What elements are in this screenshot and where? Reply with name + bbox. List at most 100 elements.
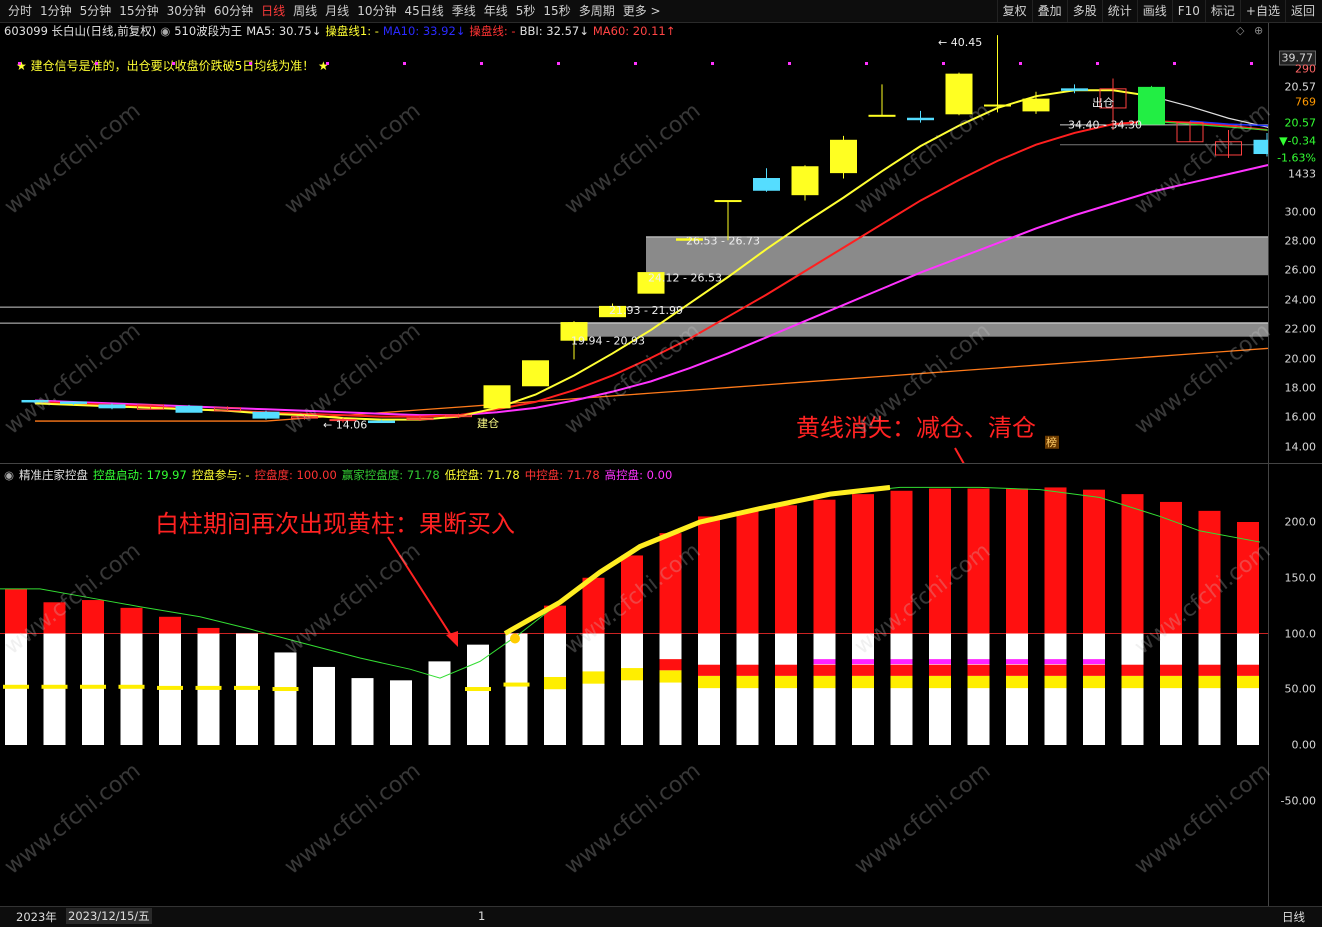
candle-body bbox=[60, 401, 87, 404]
axis-tick: 28.00 bbox=[1284, 234, 1317, 248]
period-tab[interactable]: 年线 bbox=[480, 0, 512, 22]
red-bar bbox=[929, 488, 951, 634]
period-tab[interactable]: 日线 bbox=[257, 0, 289, 22]
white-bar bbox=[890, 633, 913, 745]
axis-tick: 200.0 bbox=[1284, 515, 1317, 529]
period-tab[interactable]: 更多 > bbox=[619, 0, 665, 22]
candle-body bbox=[1138, 86, 1165, 125]
white-bar bbox=[505, 633, 528, 745]
candle-body bbox=[1061, 88, 1088, 91]
white-bar bbox=[274, 652, 297, 745]
period-tab[interactable]: 45日线 bbox=[400, 0, 447, 22]
period-tab[interactable]: 月线 bbox=[321, 0, 353, 22]
period-tab[interactable]: 1分钟 bbox=[36, 0, 76, 22]
white-bar bbox=[43, 633, 66, 745]
red-mid-bar bbox=[967, 664, 990, 676]
red-mid-bar bbox=[736, 664, 759, 676]
red-bar bbox=[698, 516, 720, 634]
red-bar bbox=[775, 505, 797, 634]
yellow-bar bbox=[544, 676, 566, 690]
tool-button[interactable]: 统计 bbox=[1101, 0, 1137, 22]
period-tab[interactable]: 5分钟 bbox=[76, 0, 116, 22]
indicator-toggle-icon-lower[interactable]: ◉ bbox=[4, 468, 14, 482]
white-bar bbox=[775, 633, 797, 745]
period-tab[interactable]: 10分钟 bbox=[353, 0, 400, 22]
marker-dot bbox=[788, 62, 791, 65]
axis-tick: 20.00 bbox=[1284, 352, 1317, 366]
tool-button[interactable]: 叠加 bbox=[1031, 0, 1067, 22]
yellow-bar bbox=[929, 675, 951, 689]
marker-dot bbox=[480, 62, 483, 65]
period-tab[interactable]: 5秒 bbox=[512, 0, 540, 22]
tool-button[interactable]: 多股 bbox=[1066, 0, 1102, 22]
yellow-bar bbox=[234, 685, 260, 690]
axis-tick: 16.00 bbox=[1284, 410, 1317, 424]
marker-dot bbox=[711, 62, 714, 65]
white-bar bbox=[698, 633, 720, 745]
marker-dot bbox=[1019, 62, 1022, 65]
axis-tick: -50.00 bbox=[1280, 794, 1316, 808]
magenta-bar bbox=[1006, 659, 1028, 665]
period-tab[interactable]: 60分钟 bbox=[210, 0, 257, 22]
period-tab[interactable]: 季线 bbox=[448, 0, 480, 22]
candle-body bbox=[791, 166, 819, 196]
tool-button[interactable]: 标记 bbox=[1204, 0, 1240, 22]
yellow-bar bbox=[659, 670, 682, 683]
axis-tick: 290 bbox=[1295, 62, 1316, 76]
red-bar bbox=[1044, 487, 1067, 634]
red-mid-bar bbox=[813, 664, 836, 676]
tool-button[interactable]: +自选 bbox=[1239, 0, 1285, 22]
period-tabs: 分时 1分钟 5分钟 15分钟 30分钟 60分钟 日线 周线 月线 10分钟 45日线 季线 年线 5秒… bbox=[0, 0, 665, 22]
yellow-bar bbox=[41, 684, 68, 689]
yellow-bar bbox=[118, 684, 145, 689]
status-bar: 2023年 2023/12/15/五 1 日线 bbox=[0, 906, 1322, 927]
yellow-bar bbox=[967, 675, 990, 689]
axis-tick: -1.63% bbox=[1277, 151, 1316, 165]
white-bar bbox=[1083, 633, 1105, 745]
candle-body bbox=[98, 404, 126, 409]
control-indicator-chart[interactable] bbox=[0, 485, 1268, 905]
white-bar bbox=[1160, 633, 1182, 745]
price-chart[interactable]: 26.53 - 26.73 24.12 - 26.53 21.93 - 21.99 1… bbox=[0, 23, 1268, 463]
red-mid-bar bbox=[1121, 664, 1144, 676]
yellow-bar bbox=[1198, 675, 1221, 689]
period-tab[interactable]: 15分钟 bbox=[115, 0, 162, 22]
white-bar bbox=[313, 666, 335, 745]
yellow-bar bbox=[736, 675, 759, 689]
red-bar bbox=[1083, 489, 1105, 634]
candle-body bbox=[830, 139, 857, 174]
marker-dot bbox=[1250, 62, 1253, 65]
period-tab[interactable]: 分时 bbox=[4, 0, 36, 22]
red-mid-bar bbox=[1160, 664, 1182, 676]
red-mid-bar bbox=[1237, 664, 1259, 676]
tool-button[interactable]: 复权 bbox=[996, 0, 1032, 22]
kpcy-value: 控盘参与: - bbox=[191, 468, 250, 482]
yellow-bar bbox=[1044, 675, 1067, 689]
axis-tick: 30.00 bbox=[1284, 205, 1317, 219]
yellow-bar bbox=[1083, 675, 1105, 689]
red-mid-bar bbox=[698, 664, 720, 676]
tool-button[interactable]: 画线 bbox=[1136, 0, 1172, 22]
tool-button[interactable]: 返回 bbox=[1284, 0, 1320, 22]
candle-body bbox=[368, 420, 395, 424]
period-tab[interactable]: 15秒 bbox=[539, 0, 574, 22]
yellow-bar bbox=[1160, 675, 1182, 689]
candle-body bbox=[714, 200, 742, 203]
marker-dot bbox=[557, 62, 560, 65]
candle-body bbox=[1253, 139, 1268, 155]
period-label[interactable]: 日线 bbox=[1282, 909, 1305, 925]
axis-tick: 150.0 bbox=[1284, 571, 1317, 585]
axis-tick: 100.0 bbox=[1284, 627, 1317, 640]
axis-tick: 769 bbox=[1295, 95, 1316, 109]
sell-signal-label: 出仓 bbox=[1092, 95, 1114, 109]
lower-indicator-name[interactable]: 精准庄家控盘 bbox=[19, 467, 88, 483]
tool-button[interactable]: F10 bbox=[1171, 0, 1205, 22]
marker-dot bbox=[634, 62, 637, 65]
period-tab[interactable]: 多周期 bbox=[575, 0, 619, 22]
candle-body bbox=[483, 385, 511, 409]
candle-body bbox=[175, 405, 203, 413]
zone-label: 26.53 - 26.73 bbox=[686, 235, 760, 248]
red-bar bbox=[159, 616, 181, 634]
period-tab[interactable]: 30分钟 bbox=[163, 0, 210, 22]
period-tab[interactable]: 周线 bbox=[289, 0, 321, 22]
